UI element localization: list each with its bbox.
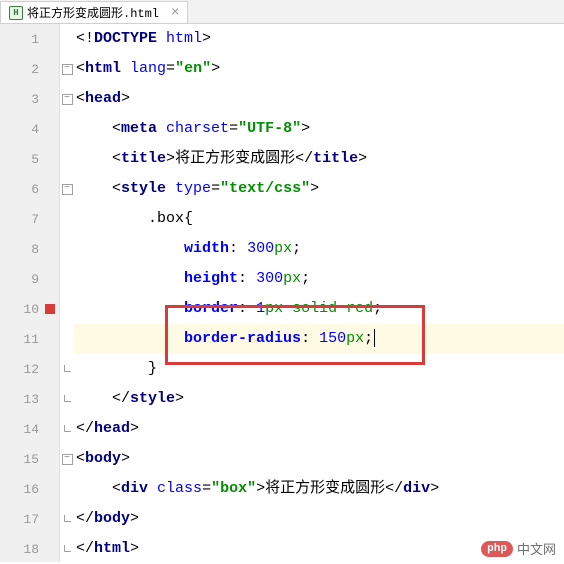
line-number[interactable]: 1 xyxy=(0,24,59,54)
code-line: </style> xyxy=(74,384,564,414)
fold-toggle[interactable] xyxy=(60,174,74,204)
code-line: <html lang="en"> xyxy=(74,54,564,84)
watermark-badge: php xyxy=(481,541,513,557)
fold-marker xyxy=(60,294,74,324)
watermark: php 中文网 xyxy=(481,539,556,558)
tab-label: 将正方形变成圆形.html xyxy=(27,4,159,21)
fold-marker xyxy=(60,144,74,174)
fold-marker xyxy=(60,324,74,354)
code-line: <div class="box">将正方形变成圆形</div> xyxy=(74,474,564,504)
fold-marker xyxy=(60,24,74,54)
line-number[interactable]: 11 xyxy=(0,324,59,354)
line-number[interactable]: 2 xyxy=(0,54,59,84)
code-line: height: 300px; xyxy=(74,264,564,294)
fold-end xyxy=(60,534,74,564)
line-number[interactable]: 14 xyxy=(0,414,59,444)
code-line: <!DOCTYPE html> xyxy=(74,24,564,54)
editor-area: 1 2 3 4 5 6 7 8 9 10 11 12 13 14 15 16 1… xyxy=(0,24,564,562)
fold-end xyxy=(60,384,74,414)
fold-marker xyxy=(60,114,74,144)
fold-marker xyxy=(60,264,74,294)
fold-end xyxy=(60,414,74,444)
code-line: <body> xyxy=(74,444,564,474)
fold-column xyxy=(60,24,74,562)
line-number[interactable]: 17 xyxy=(0,504,59,534)
line-number[interactable]: 9 xyxy=(0,264,59,294)
code-area[interactable]: <!DOCTYPE html> <html lang="en"> <head> … xyxy=(74,24,564,562)
fold-toggle[interactable] xyxy=(60,444,74,474)
line-number[interactable]: 13 xyxy=(0,384,59,414)
file-tab[interactable]: 将正方形变成圆形.html xyxy=(0,1,188,23)
code-line: <style type="text/css"> xyxy=(74,174,564,204)
code-line: .box{ xyxy=(74,204,564,234)
line-number[interactable]: 7 xyxy=(0,204,59,234)
line-number[interactable]: 15 xyxy=(0,444,59,474)
fold-toggle[interactable] xyxy=(60,84,74,114)
fold-marker xyxy=(60,474,74,504)
text-caret xyxy=(374,329,375,347)
fold-end xyxy=(60,354,74,384)
line-number[interactable]: 16 xyxy=(0,474,59,504)
line-number-gutter: 1 2 3 4 5 6 7 8 9 10 11 12 13 14 15 16 1… xyxy=(0,24,60,562)
code-line: </head> xyxy=(74,414,564,444)
fold-marker xyxy=(60,204,74,234)
watermark-text: 中文网 xyxy=(517,539,556,558)
code-line: } xyxy=(74,354,564,384)
line-number[interactable]: 5 xyxy=(0,144,59,174)
code-line: <title>将正方形变成圆形</title> xyxy=(74,144,564,174)
line-number[interactable]: 3 xyxy=(0,84,59,114)
line-number[interactable]: 10 xyxy=(0,294,59,324)
code-line: <head> xyxy=(74,84,564,114)
line-number[interactable]: 4 xyxy=(0,114,59,144)
line-number[interactable]: 18 xyxy=(0,534,59,564)
line-number[interactable]: 6 xyxy=(0,174,59,204)
code-line: width: 300px; xyxy=(74,234,564,264)
code-line: </body> xyxy=(74,504,564,534)
fold-marker xyxy=(60,234,74,264)
code-line-current: border-radius: 150px; xyxy=(74,324,564,354)
code-line: <meta charset="UTF-8"> xyxy=(74,114,564,144)
line-number[interactable]: 8 xyxy=(0,234,59,264)
fold-toggle[interactable] xyxy=(60,54,74,84)
fold-end xyxy=(60,504,74,534)
tab-bar: 将正方形变成圆形.html xyxy=(0,0,564,24)
line-number[interactable]: 12 xyxy=(0,354,59,384)
code-line: border: 1px solid red; xyxy=(74,294,564,324)
